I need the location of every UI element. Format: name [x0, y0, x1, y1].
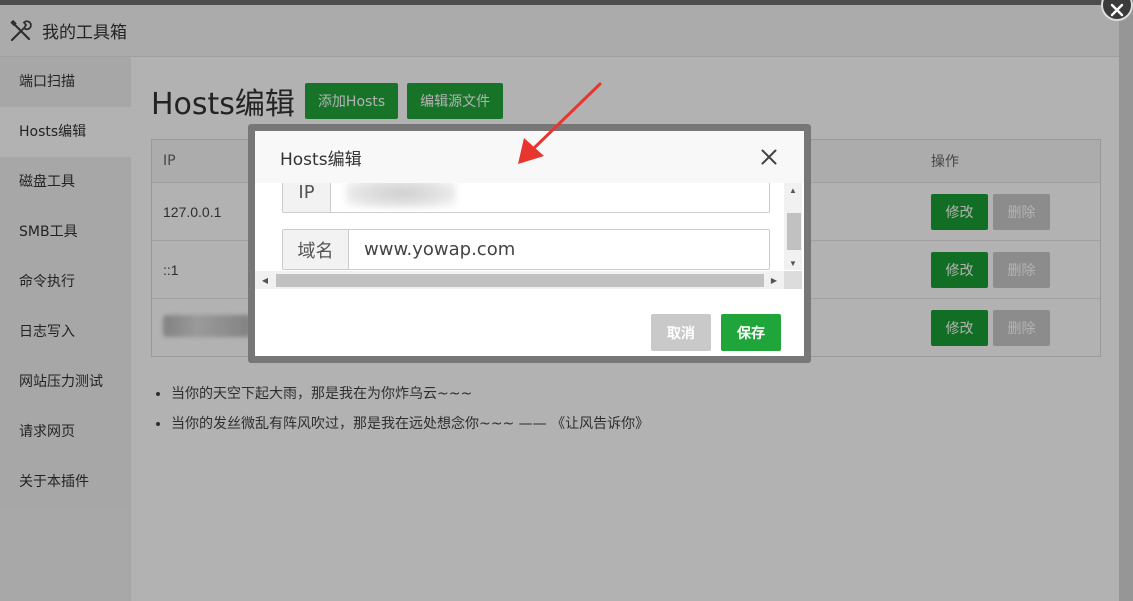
ip-field: IP — [282, 183, 770, 213]
ip-label: IP — [283, 183, 331, 212]
redacted-ip — [346, 183, 456, 208]
domain-label: 域名 — [283, 230, 349, 269]
dialog-title: Hosts编辑 — [280, 149, 362, 170]
domain-field: 域名 www.yowap.com — [282, 229, 770, 270]
domain-input[interactable]: www.yowap.com — [349, 230, 769, 269]
dialog-footer: 取消 保存 — [255, 307, 804, 356]
close-icon[interactable] — [760, 148, 778, 166]
scroll-thumb[interactable] — [787, 213, 801, 250]
scroll-thumb[interactable] — [276, 274, 764, 287]
annotation-arrow-icon — [518, 82, 602, 164]
scroll-up-icon[interactable]: ▲ — [784, 183, 802, 197]
ip-input[interactable] — [331, 183, 769, 212]
scroll-down-icon[interactable]: ▼ — [784, 256, 802, 270]
save-button[interactable]: 保存 — [721, 314, 781, 351]
cancel-button[interactable]: 取消 — [651, 314, 711, 351]
horizontal-scrollbar[interactable]: ◀ ▶ — [255, 271, 784, 289]
scroll-left-icon[interactable]: ◀ — [255, 276, 275, 285]
vertical-scrollbar[interactable]: ▲ ▼ — [784, 183, 802, 270]
dialog-body: IP 域名 www.yowap.com ▲ ▼ ◀ ▶ — [255, 183, 804, 295]
scroll-right-icon[interactable]: ▶ — [764, 276, 784, 285]
scroll-corner — [784, 271, 802, 289]
